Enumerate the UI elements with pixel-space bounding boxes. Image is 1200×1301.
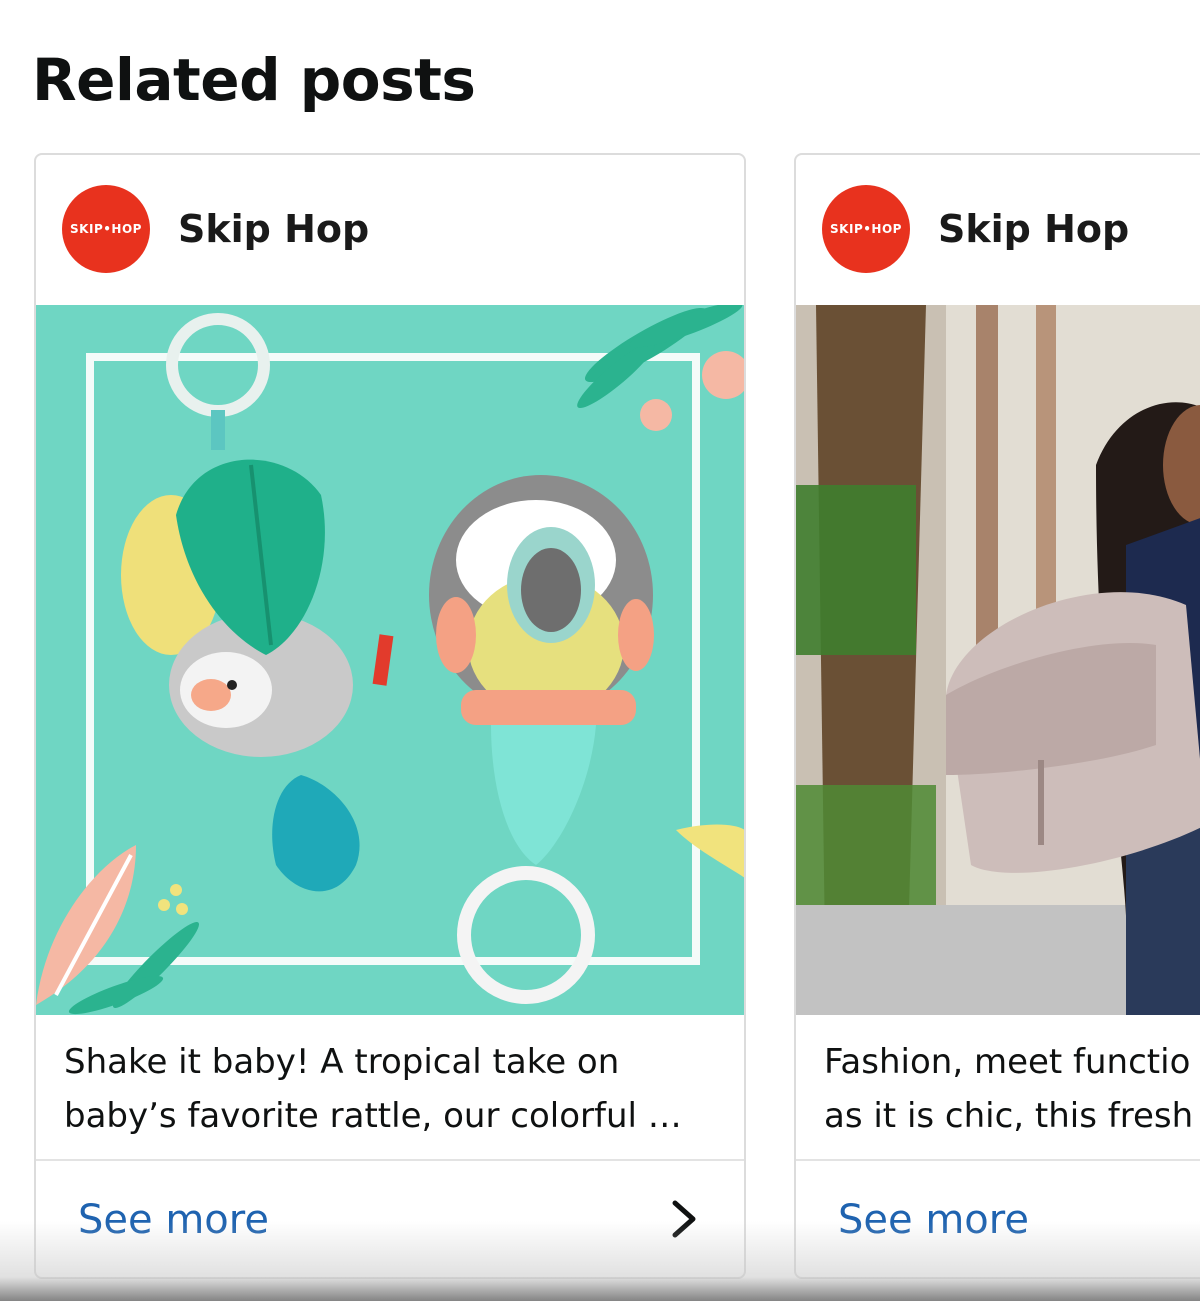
brand-name[interactable]: Skip Hop bbox=[938, 205, 1129, 253]
rattle-toys-illustration bbox=[36, 305, 744, 1015]
post-card-header: SKIP•HOP Skip Hop bbox=[36, 155, 744, 305]
chevron-right-icon[interactable] bbox=[666, 1199, 700, 1239]
brand-name[interactable]: Skip Hop bbox=[178, 205, 369, 253]
post-caption: Shake it baby! A tropical take on baby’s… bbox=[64, 1035, 704, 1143]
card-divider bbox=[796, 1159, 1200, 1161]
post-card[interactable]: SKIP•HOP Skip Hop bbox=[34, 153, 746, 1279]
card-divider bbox=[36, 1159, 744, 1161]
post-image[interactable] bbox=[36, 305, 744, 1015]
related-posts-page: Related posts SKIP•HOP Skip Hop Shake it… bbox=[0, 0, 1200, 1301]
caption-line: Shake it baby! A tropical take on bbox=[64, 1042, 620, 1082]
see-more-link[interactable]: See more bbox=[838, 1195, 1029, 1245]
brand-logo[interactable]: SKIP•HOP bbox=[822, 185, 910, 273]
woman-diaper-bag-photo bbox=[796, 305, 1200, 1015]
post-image[interactable] bbox=[796, 305, 1200, 1015]
post-caption: Fashion, meet functio as it is chic, thi… bbox=[824, 1035, 1200, 1143]
section-title: Related posts bbox=[32, 46, 476, 114]
post-card[interactable]: SKIP•HOP Skip Hop bbox=[794, 153, 1200, 1279]
caption-line: Fashion, meet functio bbox=[824, 1042, 1191, 1082]
caption-line: baby’s favorite rattle, our colorful … bbox=[64, 1096, 682, 1136]
see-more-link[interactable]: See more bbox=[78, 1195, 269, 1245]
brand-logo[interactable]: SKIP•HOP bbox=[62, 185, 150, 273]
caption-line: as it is chic, this fresh bbox=[824, 1096, 1194, 1136]
post-card-header: SKIP•HOP Skip Hop bbox=[796, 155, 1200, 305]
